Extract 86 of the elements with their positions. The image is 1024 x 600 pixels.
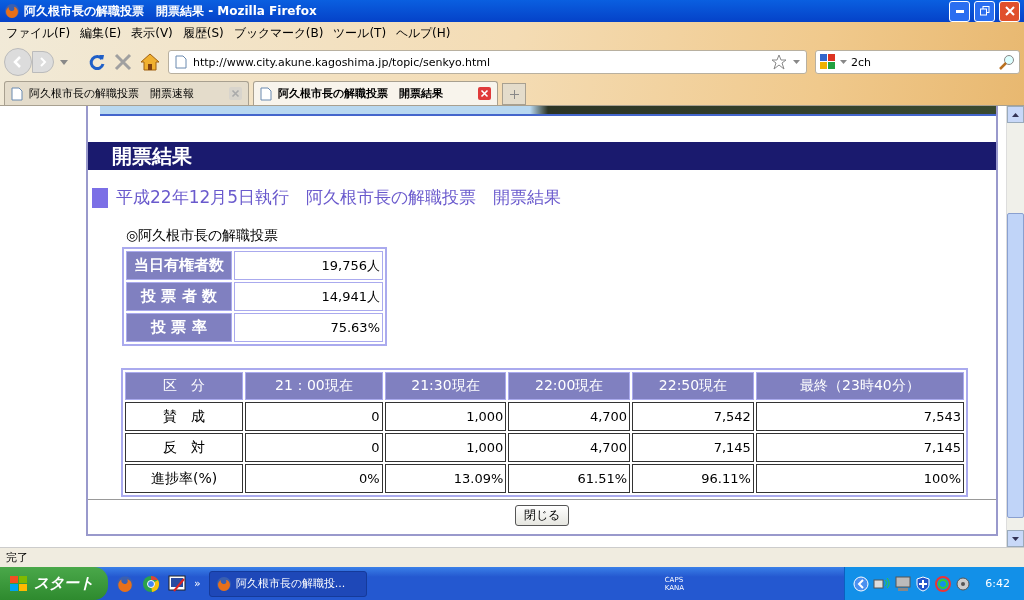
scrollbar[interactable] (1006, 106, 1024, 547)
table-cell: 14,941人 (234, 282, 383, 311)
chevron-text[interactable]: » (194, 577, 201, 590)
browser-tab[interactable]: 阿久根市長の解職投票 開票結果 (253, 81, 498, 105)
dropdown-caret-icon[interactable] (793, 60, 800, 64)
browser-logo-icon (116, 574, 134, 593)
status-text: 完了 (6, 550, 28, 565)
browser-tab[interactable]: 阿久根市長の解職投票 開票速報 (4, 81, 249, 105)
plus-icon (509, 89, 519, 99)
table-cell: 75.63% (234, 313, 383, 342)
new-tab-button[interactable] (502, 83, 526, 105)
dropdown-caret-icon[interactable] (60, 59, 68, 65)
search-engine-icon[interactable] (820, 54, 836, 70)
row-header: 進捗率(%) (125, 464, 244, 493)
monitor-icon[interactable] (168, 574, 186, 593)
table-cell: 1,000 (384, 433, 507, 462)
search-field[interactable]: 2ch (815, 50, 1020, 74)
minimize-button[interactable] (949, 0, 970, 22)
address-field[interactable]: http://www.city.akune.kagoshima.jp/topic/senkyo.html (168, 50, 807, 74)
table-cell: 61.51% (508, 464, 631, 493)
close-button[interactable] (999, 0, 1020, 22)
menu-item[interactable]: 編集(E) (80, 24, 122, 42)
page-icon (11, 86, 23, 101)
menu-item[interactable]: ファイル(F) (6, 24, 71, 42)
taskbar-button[interactable]: 阿久根市長の解職投... (208, 570, 367, 597)
column-header: 最終（23時40分） (755, 372, 964, 400)
column-header: 22:00現在 (508, 372, 631, 400)
table-cell: 13.09% (384, 464, 507, 493)
table-cell: 7,542 (632, 402, 754, 431)
menu-item[interactable]: 表示(V) (131, 24, 173, 42)
shield-icon[interactable] (915, 575, 932, 592)
star-icon[interactable] (771, 54, 787, 70)
speaker-icon[interactable] (955, 575, 972, 592)
menu-item[interactable]: ブックマーク(B) (233, 24, 324, 42)
clock: 6:42 (985, 577, 1010, 590)
home-icon[interactable] (140, 53, 160, 71)
chrome-browser-icon[interactable] (142, 574, 160, 593)
column-header: 区 分 (125, 372, 244, 400)
table-cell: 4,700 (508, 433, 631, 462)
start-button[interactable]: スタート (0, 567, 108, 600)
table-cell: 100% (755, 464, 964, 493)
close-page-button[interactable]: 閉じる (515, 505, 569, 526)
window-title: 阿久根市長の解職投票 開票結果 - Mozilla Firefox (24, 2, 318, 20)
menu-item[interactable]: 履歴(S) (182, 24, 224, 42)
stop-icon[interactable] (114, 53, 132, 71)
page-subtitle: 平成22年12月5日執行 阿久根市長の解職投票 開票結果 (116, 186, 562, 209)
windows-logo-icon (10, 575, 28, 592)
section-header: 開票結果 (88, 142, 996, 170)
scrollbar-thumb[interactable] (1007, 213, 1024, 518)
column-header: 21:30現在 (384, 372, 507, 400)
menu-item[interactable]: ツール(T) (333, 24, 387, 42)
table-cell: 0 (245, 402, 383, 431)
page-icon (260, 86, 272, 101)
table-cell: 7,145 (632, 433, 754, 462)
dropdown-caret-icon[interactable] (840, 60, 847, 64)
restore-icon (979, 6, 990, 16)
table-cell: 19,756人 (234, 251, 383, 280)
row-header: 投 票 者 数 (126, 282, 232, 311)
scroll-up-icon[interactable] (1012, 112, 1019, 117)
row-header: 投 票 率 (126, 313, 232, 342)
close-icon (1004, 6, 1015, 16)
reload-icon[interactable] (88, 53, 106, 71)
row-header: 反 対 (125, 433, 244, 462)
close-tab-icon[interactable] (478, 87, 491, 100)
search-icon[interactable] (999, 54, 1015, 70)
restore-button[interactable] (974, 0, 995, 22)
scroll-down-icon[interactable] (1012, 536, 1019, 541)
column-header: 21：00現在 (245, 372, 383, 400)
minimize-icon (955, 9, 964, 13)
table-cell: 0 (245, 433, 383, 462)
table-cell: 4,700 (508, 402, 631, 431)
table-cell: 7,145 (755, 433, 964, 462)
browser-logo-icon (4, 3, 20, 19)
row-header: 当日有権者数 (126, 251, 232, 280)
table-cell: 1,000 (384, 402, 507, 431)
table-cell: 7,543 (755, 402, 964, 431)
network-icon[interactable] (873, 575, 892, 592)
menu-item[interactable]: ヘルプ(H) (396, 24, 451, 42)
heading-marker (92, 187, 108, 208)
column-header: 22:50現在 (632, 372, 754, 400)
page-icon (175, 55, 187, 69)
row-header: 賛 成 (125, 402, 244, 431)
table-cell: 96.11% (632, 464, 754, 493)
table-cell: 0% (245, 464, 383, 493)
browser-logo-icon (215, 575, 232, 592)
section-label: ◎阿久根市長の解職投票 (126, 227, 280, 245)
